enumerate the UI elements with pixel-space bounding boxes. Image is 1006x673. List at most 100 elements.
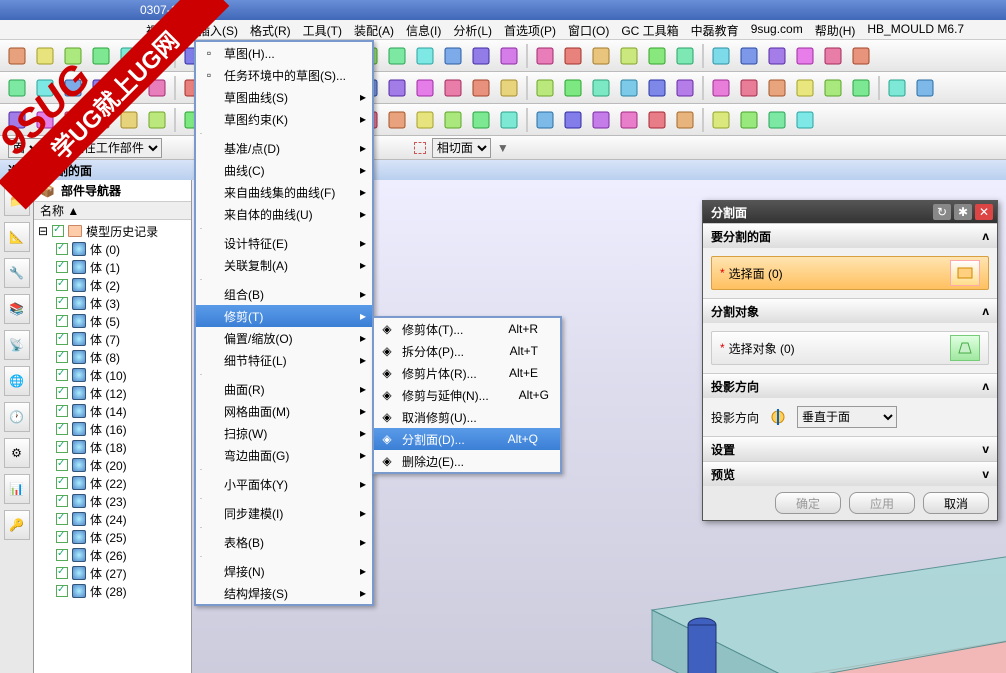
menu-item[interactable]: 表格(B)▸ bbox=[196, 531, 372, 553]
toolbar-button[interactable] bbox=[496, 107, 522, 133]
tree-item[interactable]: 体 (25) bbox=[38, 528, 187, 546]
menu-item[interactable]: 偏置/缩放(O)▸ bbox=[196, 327, 372, 349]
toolbar-button[interactable] bbox=[468, 43, 494, 69]
tree-item[interactable]: 体 (0) bbox=[38, 240, 187, 258]
menu-3[interactable]: 工具(T) bbox=[297, 20, 348, 39]
menu-8[interactable]: 窗口(O) bbox=[562, 20, 615, 39]
toolbar-button[interactable] bbox=[672, 75, 698, 101]
toolbar-button[interactable] bbox=[736, 107, 762, 133]
menu-item[interactable]: ▫草图(H)... bbox=[196, 42, 372, 64]
filter-select-2[interactable]: 仅在工作部件 bbox=[67, 138, 162, 158]
toolbar-button[interactable] bbox=[820, 43, 846, 69]
menu-item[interactable]: 设计特征(E)▸ bbox=[196, 232, 372, 254]
side-tab-0[interactable]: 📁 bbox=[4, 186, 30, 216]
toolbar-button[interactable] bbox=[496, 43, 522, 69]
section-settings-header[interactable]: 设置v bbox=[703, 437, 997, 461]
menu-item[interactable]: 基准/点(D)▸ bbox=[196, 137, 372, 159]
side-tab-3[interactable]: 📚 bbox=[4, 294, 30, 324]
toolbar-button[interactable] bbox=[4, 107, 30, 133]
side-tab-7[interactable]: ⚙ bbox=[4, 438, 30, 468]
section-objects-header[interactable]: 分割对象ʌ bbox=[703, 299, 997, 323]
toolbar-button[interactable] bbox=[644, 43, 670, 69]
toolbar-button[interactable] bbox=[848, 75, 874, 101]
menu-item[interactable]: ◈修剪片体(R)...Alt+E bbox=[374, 362, 560, 384]
tree-item[interactable]: 体 (8) bbox=[38, 348, 187, 366]
menu-5[interactable]: 信息(I) bbox=[400, 20, 447, 39]
toolbar-button[interactable] bbox=[848, 43, 874, 69]
toolbar-button[interactable] bbox=[708, 75, 734, 101]
menu-item[interactable]: 草图曲线(S)▸ bbox=[196, 86, 372, 108]
menu-item[interactable]: 网格曲面(M)▸ bbox=[196, 400, 372, 422]
menu-item[interactable]: 组合(B)▸ bbox=[196, 283, 372, 305]
section-preview-header[interactable]: 预览v bbox=[703, 462, 997, 486]
toolbar-button[interactable] bbox=[60, 107, 86, 133]
menu-item[interactable]: 来自曲线集的曲线(F)▸ bbox=[196, 181, 372, 203]
toolbar-button[interactable] bbox=[144, 75, 170, 101]
menu-item[interactable]: 结构焊接(S)▸ bbox=[196, 582, 372, 604]
tree-item[interactable]: 体 (18) bbox=[38, 438, 187, 456]
toolbar-button[interactable] bbox=[560, 107, 586, 133]
menu-item[interactable]: 细节特征(L)▸ bbox=[196, 349, 372, 371]
menu-item[interactable]: ▫任务环境中的草图(S)... bbox=[196, 64, 372, 86]
toolbar-button[interactable] bbox=[116, 43, 142, 69]
select-object-button[interactable] bbox=[950, 335, 980, 361]
menu-item[interactable]: 草图约束(K)▸ bbox=[196, 108, 372, 130]
menu-11[interactable]: 9sug.com bbox=[745, 20, 809, 39]
toolbar-button[interactable] bbox=[88, 75, 114, 101]
dialog-reset-icon[interactable]: ↻ bbox=[933, 204, 951, 220]
menu-item[interactable]: ◈修剪与延伸(N)...Alt+G bbox=[374, 384, 560, 406]
tree-item[interactable]: 体 (16) bbox=[38, 420, 187, 438]
toolbar-button[interactable] bbox=[4, 75, 30, 101]
toolbar-button[interactable] bbox=[468, 107, 494, 133]
menu-item[interactable]: ◈分割面(D)...Alt+Q bbox=[374, 428, 560, 450]
section-projection-header[interactable]: 投影方向ʌ bbox=[703, 374, 997, 398]
side-tab-2[interactable]: 🔧 bbox=[4, 258, 30, 288]
tree-item[interactable]: 体 (5) bbox=[38, 312, 187, 330]
menu-item[interactable]: 弯边曲面(G)▸ bbox=[196, 444, 372, 466]
filter-select-1[interactable]: 面 bbox=[8, 138, 43, 158]
side-tab-6[interactable]: 🕐 bbox=[4, 402, 30, 432]
select-face-button[interactable] bbox=[950, 260, 980, 286]
toolbar-button[interactable] bbox=[468, 75, 494, 101]
toolbar-button[interactable] bbox=[736, 75, 762, 101]
select-face-row[interactable]: * 选择面 (0) bbox=[711, 256, 989, 290]
tree-item[interactable]: 体 (1) bbox=[38, 258, 187, 276]
menu-item[interactable]: 曲线(C)▸ bbox=[196, 159, 372, 181]
toolbar-button[interactable] bbox=[116, 75, 142, 101]
menu-1[interactable]: 插入(S) bbox=[192, 20, 244, 39]
menu-item[interactable]: 来自体的曲线(U)▸ bbox=[196, 203, 372, 225]
tree-item[interactable]: 体 (27) bbox=[38, 564, 187, 582]
menu-item[interactable]: 小平面体(Y)▸ bbox=[196, 473, 372, 495]
side-tab-9[interactable]: 🔑 bbox=[4, 510, 30, 540]
tree-root[interactable]: ⊟模型历史记录 bbox=[38, 222, 187, 240]
toolbar-button[interactable] bbox=[532, 75, 558, 101]
select-object-row[interactable]: * 选择对象 (0) bbox=[711, 331, 989, 365]
menu-item[interactable]: ◈修剪体(T)...Alt+R bbox=[374, 318, 560, 340]
toolbar-button[interactable] bbox=[672, 43, 698, 69]
dialog-titlebar[interactable]: 分割面 ↻ ✱ ✕ bbox=[703, 201, 997, 223]
apply-button[interactable]: 应用 bbox=[849, 492, 915, 514]
toolbar-button[interactable] bbox=[60, 43, 86, 69]
toolbar-button[interactable] bbox=[708, 43, 734, 69]
tree-item[interactable]: 体 (24) bbox=[38, 510, 187, 528]
toolbar-button[interactable] bbox=[912, 75, 938, 101]
menu-0[interactable]: 视图(V) bbox=[140, 20, 192, 39]
menu-item[interactable]: 修剪(T)▸ bbox=[196, 305, 372, 327]
toolbar-button[interactable] bbox=[32, 107, 58, 133]
menu-10[interactable]: 中磊教育 bbox=[685, 20, 745, 39]
menu-item[interactable]: 同步建模(I)▸ bbox=[196, 502, 372, 524]
toolbar-button[interactable] bbox=[616, 75, 642, 101]
toolbar-button[interactable] bbox=[736, 43, 762, 69]
toolbar-button[interactable] bbox=[412, 107, 438, 133]
toolbar-button[interactable] bbox=[792, 75, 818, 101]
toolbar-button[interactable] bbox=[116, 107, 142, 133]
menu-item[interactable]: 曲面(R)▸ bbox=[196, 378, 372, 400]
toolbar-button[interactable] bbox=[88, 107, 114, 133]
side-tab-4[interactable]: 📡 bbox=[4, 330, 30, 360]
menu-2[interactable]: 格式(R) bbox=[244, 20, 297, 39]
toolbar-button[interactable] bbox=[884, 75, 910, 101]
toolbar-button[interactable] bbox=[60, 75, 86, 101]
toolbar-button[interactable] bbox=[4, 43, 30, 69]
toolbar-button[interactable] bbox=[384, 75, 410, 101]
tree-item[interactable]: 体 (23) bbox=[38, 492, 187, 510]
